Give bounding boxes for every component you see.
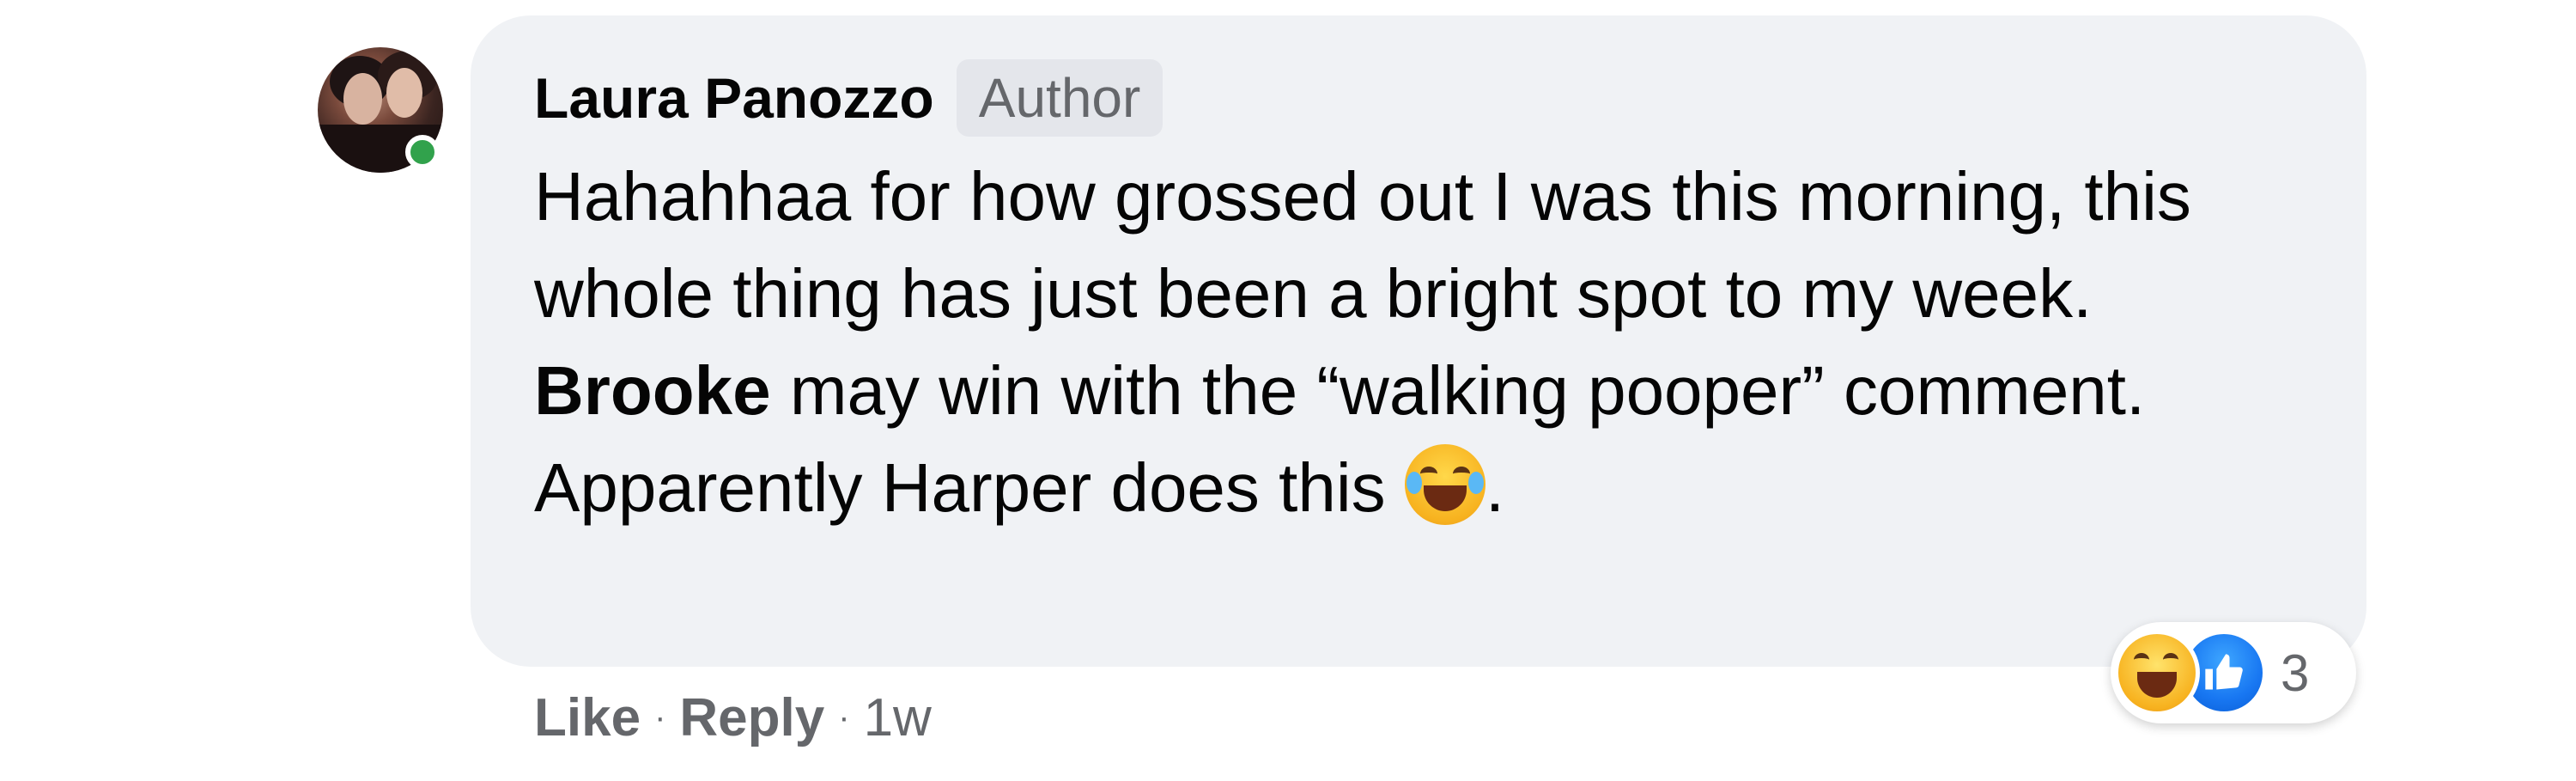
reply-button[interactable]: Reply — [679, 687, 824, 748]
separator-dot: · — [654, 698, 666, 736]
comment-actions: Like · Reply · 1w — [534, 679, 932, 756]
comment-text: Hahahhaa for how grossed out I was this … — [534, 148, 2320, 536]
comment-text-part: Hahahhaa for how grossed out I was this … — [534, 158, 2191, 332]
mention-brooke[interactable]: Brooke — [534, 352, 771, 429]
avatar[interactable] — [318, 47, 443, 173]
like-button[interactable]: Like — [534, 687, 641, 748]
reaction-count: 3 — [2281, 644, 2310, 702]
separator-dot: · — [838, 698, 850, 736]
comment-header: Laura Panozzo Author — [534, 53, 1163, 143]
comment-timestamp[interactable]: 1w — [864, 687, 932, 748]
online-status-icon — [405, 135, 440, 169]
comment-text-end: . — [1485, 449, 1505, 526]
reactions-summary[interactable]: 3 — [2111, 622, 2356, 723]
author-name[interactable]: Laura Panozzo — [534, 65, 934, 131]
haha-reaction-icon — [2114, 630, 2200, 716]
laughing-emoji-icon — [1404, 444, 1485, 525]
comment-text-part: may win with the “walking pooper” commen… — [534, 352, 2146, 526]
author-badge: Author — [956, 59, 1163, 137]
